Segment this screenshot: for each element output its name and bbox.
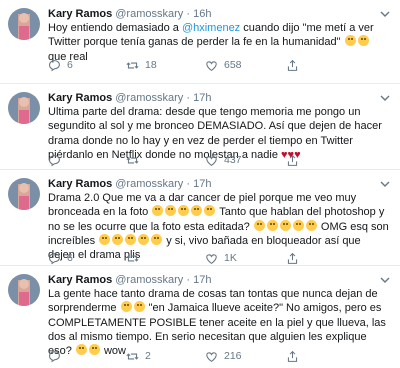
timestamp[interactable]: 17h [193,92,211,104]
tweet-actions: 6 18 658 [48,57,390,73]
grin-sweat-emoji-icon [138,233,150,245]
like-button[interactable]: 658 [205,57,242,73]
tweet-actions: 6 1K [48,250,390,266]
share-icon [287,350,298,362]
share-button[interactable] [286,57,299,73]
tweet-header: Kary Ramos @ramosskary · 16h [48,7,211,21]
like-count: 658 [224,59,242,71]
tweet[interactable]: Kary Ramos @ramosskary · 17h Drama 2.0 Q… [0,170,400,266]
retweet-button[interactable]: 2 [126,348,151,364]
tweet-header: Kary Ramos @ramosskary · 17h [48,91,211,105]
separator-dot: · [186,274,191,286]
tweet[interactable]: Kary Ramos @ramosskary · 17h La gente ha… [0,266,400,368]
reply-button[interactable] [48,152,67,168]
share-button[interactable] [286,250,299,266]
like-count: 1K [224,252,237,264]
like-button[interactable]: 216 [205,348,242,364]
timestamp[interactable]: 17h [193,274,211,286]
chevron-down-icon[interactable] [380,93,390,103]
avatar[interactable] [8,92,40,124]
retweet-count: 2 [145,350,151,362]
user-handle[interactable]: @ramosskary [115,92,183,104]
grin-sweat-emoji-icon [112,233,124,245]
reply-icon [49,59,60,71]
like-count: 216 [224,350,242,362]
grin-sweat-emoji-icon [344,35,356,47]
retweet-icon [126,254,139,262]
reply-icon [49,154,60,166]
chevron-down-icon[interactable] [380,9,390,19]
share-icon [287,154,298,166]
share-button[interactable] [286,152,299,168]
grin-sweat-emoji-icon [204,205,216,217]
tweet-actions: 2 216 [48,348,390,364]
grin-sweat-emoji-icon [357,35,369,47]
grin-sweat-emoji-icon [133,301,145,313]
grin-sweat-emoji-icon [266,219,278,231]
display-name[interactable]: Kary Ramos [48,92,112,104]
text-segment: Hoy entiendo demasiado a [48,22,182,34]
retweet-button[interactable]: 18 [126,57,157,73]
avatar[interactable] [8,178,40,210]
reply-icon [49,252,60,264]
retweet-button[interactable] [126,152,145,168]
tweet-feed: Kary Ramos @ramosskary · 16h Hoy entiend… [0,0,400,368]
like-button[interactable]: 437 [205,152,242,168]
retweet-icon [126,352,139,360]
user-handle[interactable]: @ramosskary [115,8,183,20]
tweet-header: Kary Ramos @ramosskary · 17h [48,273,211,287]
tweet[interactable]: Kary Ramos @ramosskary · 16h Hoy entiend… [0,0,400,84]
display-name[interactable]: Kary Ramos [48,274,112,286]
retweet-icon [126,61,139,69]
retweet-icon [126,156,139,164]
grin-sweat-emoji-icon [178,205,190,217]
tweet-actions: 437 [48,152,390,168]
reply-button[interactable]: 6 [48,250,73,266]
user-handle[interactable]: @ramosskary [115,178,183,190]
heart-icon [206,351,217,362]
grin-sweat-emoji-icon [292,219,304,231]
reply-button[interactable] [48,348,67,364]
retweet-button[interactable] [126,250,145,266]
reply-icon [49,350,60,362]
grin-sweat-emoji-icon [165,205,177,217]
grin-sweat-emoji-icon [125,233,137,245]
grin-sweat-emoji-icon [152,205,164,217]
grin-sweat-emoji-icon [99,233,111,245]
timestamp[interactable]: 17h [193,178,211,190]
like-count: 437 [224,154,242,166]
share-icon [287,59,298,71]
grin-sweat-emoji-icon [151,233,163,245]
tweet[interactable]: Kary Ramos @ramosskary · 17h Ultima part… [0,84,400,170]
chevron-down-icon[interactable] [380,275,390,285]
grin-sweat-emoji-icon [120,301,132,313]
avatar[interactable] [8,8,40,40]
display-name[interactable]: Kary Ramos [48,178,112,190]
display-name[interactable]: Kary Ramos [48,8,112,20]
user-handle[interactable]: @ramosskary [115,274,183,286]
like-button[interactable]: 1K [205,250,237,266]
grin-sweat-emoji-icon [253,219,265,231]
reply-count: 6 [67,252,73,264]
mention-link[interactable]: @hximenez [182,22,240,34]
share-icon [287,252,298,264]
separator-dot: · [186,92,191,104]
timestamp[interactable]: 16h [193,8,211,20]
separator-dot: · [186,178,191,190]
reply-count: 6 [67,59,73,71]
reply-button[interactable]: 6 [48,57,73,73]
heart-icon [206,155,217,166]
heart-icon [206,253,217,264]
grin-sweat-emoji-icon [305,219,317,231]
heart-icon [206,60,217,71]
separator-dot: · [186,8,191,20]
grin-sweat-emoji-icon [191,205,203,217]
retweet-count: 18 [145,59,157,71]
tweet-header: Kary Ramos @ramosskary · 17h [48,177,211,191]
chevron-down-icon[interactable] [380,179,390,189]
share-button[interactable] [286,348,299,364]
avatar[interactable] [8,274,40,306]
grin-sweat-emoji-icon [279,219,291,231]
